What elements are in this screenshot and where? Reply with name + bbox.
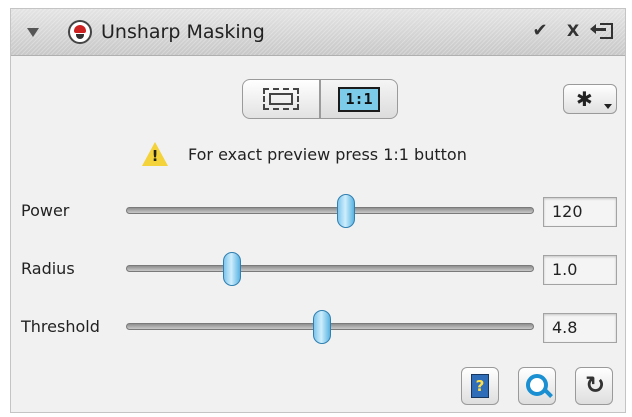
cancel-button[interactable]: X <box>559 19 587 45</box>
help-button[interactable]: ? <box>461 367 499 405</box>
threshold-value-field[interactable]: 4.8 <box>543 313 617 343</box>
one-to-one-button[interactable]: 1:1 <box>320 79 398 119</box>
apply-button[interactable]: ✔ <box>526 19 554 45</box>
exit-door-icon <box>600 23 613 39</box>
checkmark-icon: ✔ <box>532 20 548 41</box>
exit-arrow-icon <box>590 24 606 34</box>
radius-slider-thumb[interactable] <box>223 252 242 286</box>
help-book-icon: ? <box>471 374 489 398</box>
refresh-icon: ↻ <box>584 371 606 399</box>
exit-button[interactable] <box>590 19 620 45</box>
threshold-label: Threshold <box>21 317 100 336</box>
fit-to-window-icon <box>263 88 299 110</box>
power-slider-thumb[interactable] <box>337 194 356 228</box>
dropdown-caret-icon <box>604 104 612 109</box>
magnifier-icon <box>526 374 548 396</box>
settings-menu-button[interactable]: ✱ <box>563 84 617 114</box>
reset-button[interactable]: ↻ <box>575 367 613 405</box>
close-icon: X <box>566 21 580 40</box>
collapse-triangle-icon[interactable] <box>27 28 39 37</box>
threshold-slider-thumb[interactable] <box>312 310 331 344</box>
radius-label: Radius <box>21 259 75 278</box>
preview-zoom-button[interactable] <box>518 367 556 405</box>
one-to-one-label: 1:1 <box>338 87 380 112</box>
fit-preview-button[interactable] <box>242 79 320 119</box>
preview-warning-text: For exact preview press 1:1 button <box>188 145 467 164</box>
radius-value-field[interactable]: 1.0 <box>543 255 617 285</box>
gear-icon: ✱ <box>576 87 593 111</box>
power-value-field[interactable]: 120 <box>543 197 617 227</box>
warning-icon-mark: ! <box>151 147 159 165</box>
unsharp-masking-panel: Unsharp Masking ✔ X 1:1 ✱ ! For exact pr… <box>10 8 626 413</box>
title-bar: Unsharp Masking ✔ X <box>11 9 625 56</box>
power-label: Power <box>21 201 70 220</box>
plugin-logo-icon <box>68 20 92 44</box>
panel-title: Unsharp Masking <box>101 21 265 43</box>
power-slider-track[interactable] <box>126 207 534 214</box>
radius-slider-track[interactable] <box>126 265 534 272</box>
